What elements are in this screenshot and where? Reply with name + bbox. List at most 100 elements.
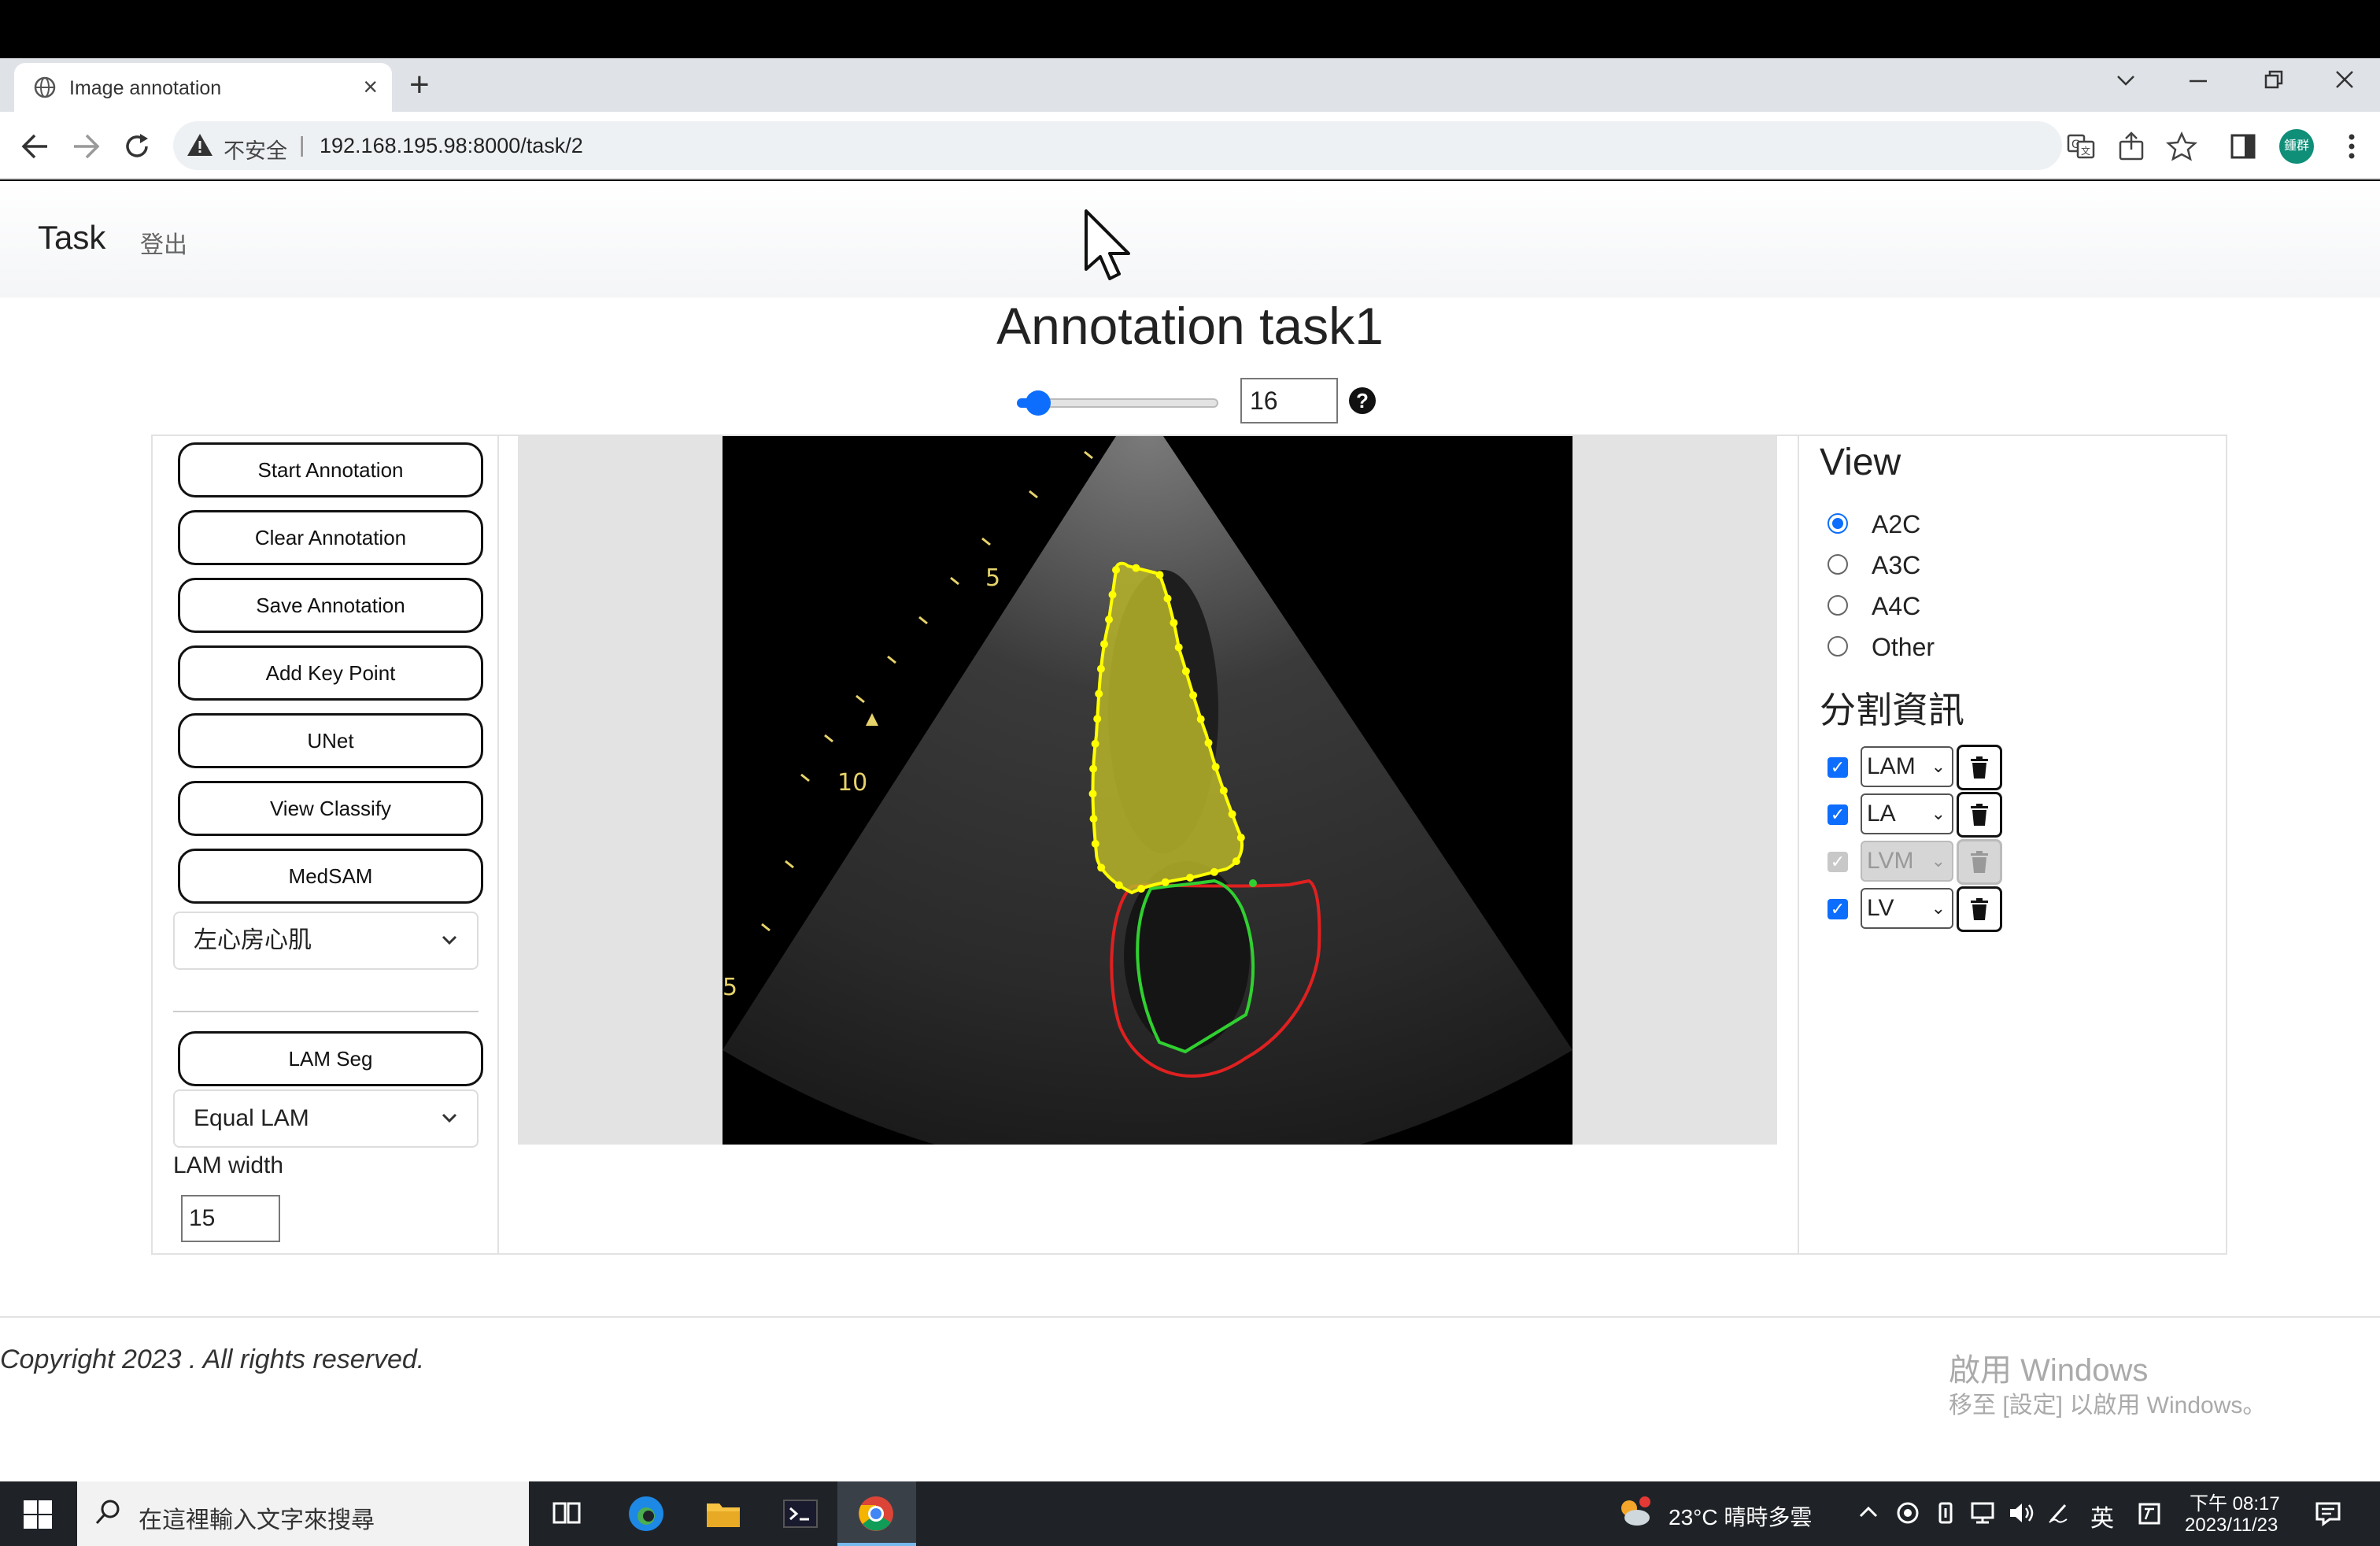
reload-icon[interactable] <box>121 131 153 162</box>
help-icon[interactable]: ? <box>1349 387 1376 414</box>
lam-keypoint[interactable] <box>1093 715 1102 723</box>
lam-keypoint[interactable] <box>1211 763 1220 771</box>
lam-keypoint[interactable] <box>1196 715 1205 723</box>
translate-icon[interactable]: G文 <box>2065 131 2097 162</box>
weather-icon[interactable] <box>1615 1494 1654 1533</box>
network-icon[interactable] <box>1969 1500 1996 1526</box>
lam-mode-select[interactable]: Equal LAM <box>173 1089 479 1148</box>
add-key-point-button[interactable]: Add Key Point <box>178 645 483 701</box>
chevron-up-icon[interactable] <box>1857 1502 1879 1524</box>
record-icon[interactable] <box>1895 1500 1920 1526</box>
battery-plug-icon[interactable] <box>1933 1500 1958 1526</box>
delete-segment-button[interactable] <box>1957 745 2002 790</box>
profile-avatar[interactable]: 鍾群 <box>2279 129 2314 164</box>
segment-label-select[interactable]: LA ⌄ <box>1861 793 1953 834</box>
new-tab-button[interactable]: + <box>409 66 430 104</box>
radio-other[interactable] <box>1828 636 1848 656</box>
back-arrow-icon[interactable] <box>19 131 50 162</box>
echo-image[interactable]: 5 10 5 <box>722 436 1572 1176</box>
forward-arrow-icon[interactable] <box>71 131 102 162</box>
lam-keypoint[interactable] <box>1219 786 1228 795</box>
annotation-canvas[interactable]: 5 10 5 <box>518 436 1777 1176</box>
tab-search-chevron-icon[interactable] <box>2116 72 2136 88</box>
lam-keypoint[interactable] <box>1232 857 1240 866</box>
notification-icon[interactable] <box>2314 1500 2342 1527</box>
save-annotation-button[interactable]: Save Annotation <box>178 578 483 633</box>
lam-seg-button[interactable]: LAM Seg <box>178 1031 483 1086</box>
ime-mode-icon[interactable] <box>2138 1502 2161 1526</box>
lam-keypoint[interactable] <box>1204 738 1213 747</box>
lam-keypoint[interactable] <box>1181 667 1190 675</box>
lam-keypoint[interactable] <box>1097 864 1106 872</box>
minimize-icon[interactable] <box>2188 79 2208 83</box>
radio-a4c[interactable] <box>1828 595 1848 616</box>
weather-text[interactable]: 23°C 晴時多雲 <box>1669 1500 1812 1532</box>
lam-keypoint[interactable] <box>1091 739 1099 748</box>
side-panel-icon[interactable] <box>2227 131 2259 162</box>
clock-time[interactable]: 下午 08:17 <box>2190 1488 2280 1515</box>
lam-width-input[interactable]: 15 <box>181 1195 280 1242</box>
address-bar[interactable]: 不安全 | 192.168.195.98:8000/task/2 <box>173 121 2062 170</box>
lam-keypoint[interactable] <box>1186 874 1194 882</box>
lam-keypoint[interactable] <box>1236 834 1245 842</box>
start-annotation-button[interactable]: Start Annotation <box>178 442 483 497</box>
browser-tab[interactable]: Image annotation × <box>14 63 392 112</box>
taskbar-search[interactable]: 在這裡輸入文字來搜尋 <box>77 1481 529 1546</box>
ime-indicator[interactable]: 英 <box>2090 1499 2114 1533</box>
lam-keypoint[interactable] <box>1189 691 1198 700</box>
lam-keypoint[interactable] <box>1100 640 1108 649</box>
segment-visible-checkbox[interactable]: ✓ <box>1828 757 1848 778</box>
lam-keypoint[interactable] <box>1155 571 1164 579</box>
task-view-icon[interactable] <box>546 1492 589 1535</box>
slider-thumb[interactable] <box>1025 390 1051 416</box>
lv-keypoint[interactable] <box>1249 879 1257 887</box>
structure-select[interactable]: 左心房心肌 <box>173 912 479 970</box>
segment-visible-checkbox[interactable]: ✓ <box>1828 804 1848 825</box>
lam-keypoint[interactable] <box>1089 764 1098 773</box>
lam-keypoint[interactable] <box>1112 566 1120 574</box>
kebab-menu-icon[interactable] <box>2336 131 2367 162</box>
segment-label-select[interactable]: LV ⌄ <box>1861 888 1953 929</box>
radio-a2c[interactable] <box>1828 513 1848 534</box>
file-explorer-icon[interactable] <box>702 1492 745 1535</box>
lam-keypoint[interactable] <box>1088 790 1097 798</box>
clock-date[interactable]: 2023/11/23 <box>2185 1515 2278 1537</box>
lam-keypoint[interactable] <box>1210 867 1218 876</box>
lam-keypoint[interactable] <box>1095 690 1103 698</box>
unet-button[interactable]: UNet <box>178 713 483 768</box>
lam-keypoint[interactable] <box>1174 643 1183 652</box>
lam-keypoint[interactable] <box>1228 810 1236 819</box>
share-icon[interactable] <box>2116 131 2147 162</box>
lam-keypoint[interactable] <box>1132 564 1140 572</box>
segment-label-select[interactable]: LAM ⌄ <box>1861 746 1953 787</box>
frame-number-input[interactable]: 16 <box>1240 378 1338 423</box>
segment-visible-checkbox[interactable]: ✓ <box>1828 899 1848 919</box>
navbar-brand[interactable]: Task <box>38 219 105 257</box>
chrome-taskbar-button[interactable] <box>837 1481 916 1546</box>
lam-keypoint[interactable] <box>1161 878 1170 886</box>
windows-start-icon[interactable] <box>22 1499 54 1530</box>
close-window-icon[interactable] <box>2334 69 2355 90</box>
bookmark-star-icon[interactable] <box>2166 131 2197 162</box>
lam-keypoint[interactable] <box>1170 619 1178 627</box>
frame-slider[interactable] <box>1017 390 1218 416</box>
url-text[interactable]: 192.168.195.98:8000/task/2 <box>320 134 583 158</box>
edge-browser-icon[interactable] <box>625 1492 667 1535</box>
clear-annotation-button[interactable]: Clear Annotation <box>178 510 483 565</box>
lam-keypoint[interactable] <box>1163 594 1172 603</box>
tab-close-icon[interactable]: × <box>363 72 378 101</box>
lam-keypoint[interactable] <box>1108 590 1117 599</box>
lam-keypoint[interactable] <box>1089 815 1098 823</box>
medsam-button[interactable]: MedSAM <box>178 849 483 904</box>
lam-keypoint[interactable] <box>1137 885 1145 893</box>
restore-icon[interactable] <box>2264 69 2284 90</box>
echo-image-drawing[interactable]: 5 10 5 <box>722 436 1572 1176</box>
lam-keypoint[interactable] <box>1096 664 1105 673</box>
logout-link[interactable]: 登出 <box>140 225 187 260</box>
warning-icon[interactable] <box>186 131 214 159</box>
delete-segment-button[interactable] <box>1957 886 2002 932</box>
radio-a3c[interactable] <box>1828 554 1848 575</box>
terminal-icon[interactable] <box>779 1492 822 1535</box>
lam-keypoint[interactable] <box>1091 839 1099 848</box>
delete-segment-button[interactable] <box>1957 792 2002 838</box>
